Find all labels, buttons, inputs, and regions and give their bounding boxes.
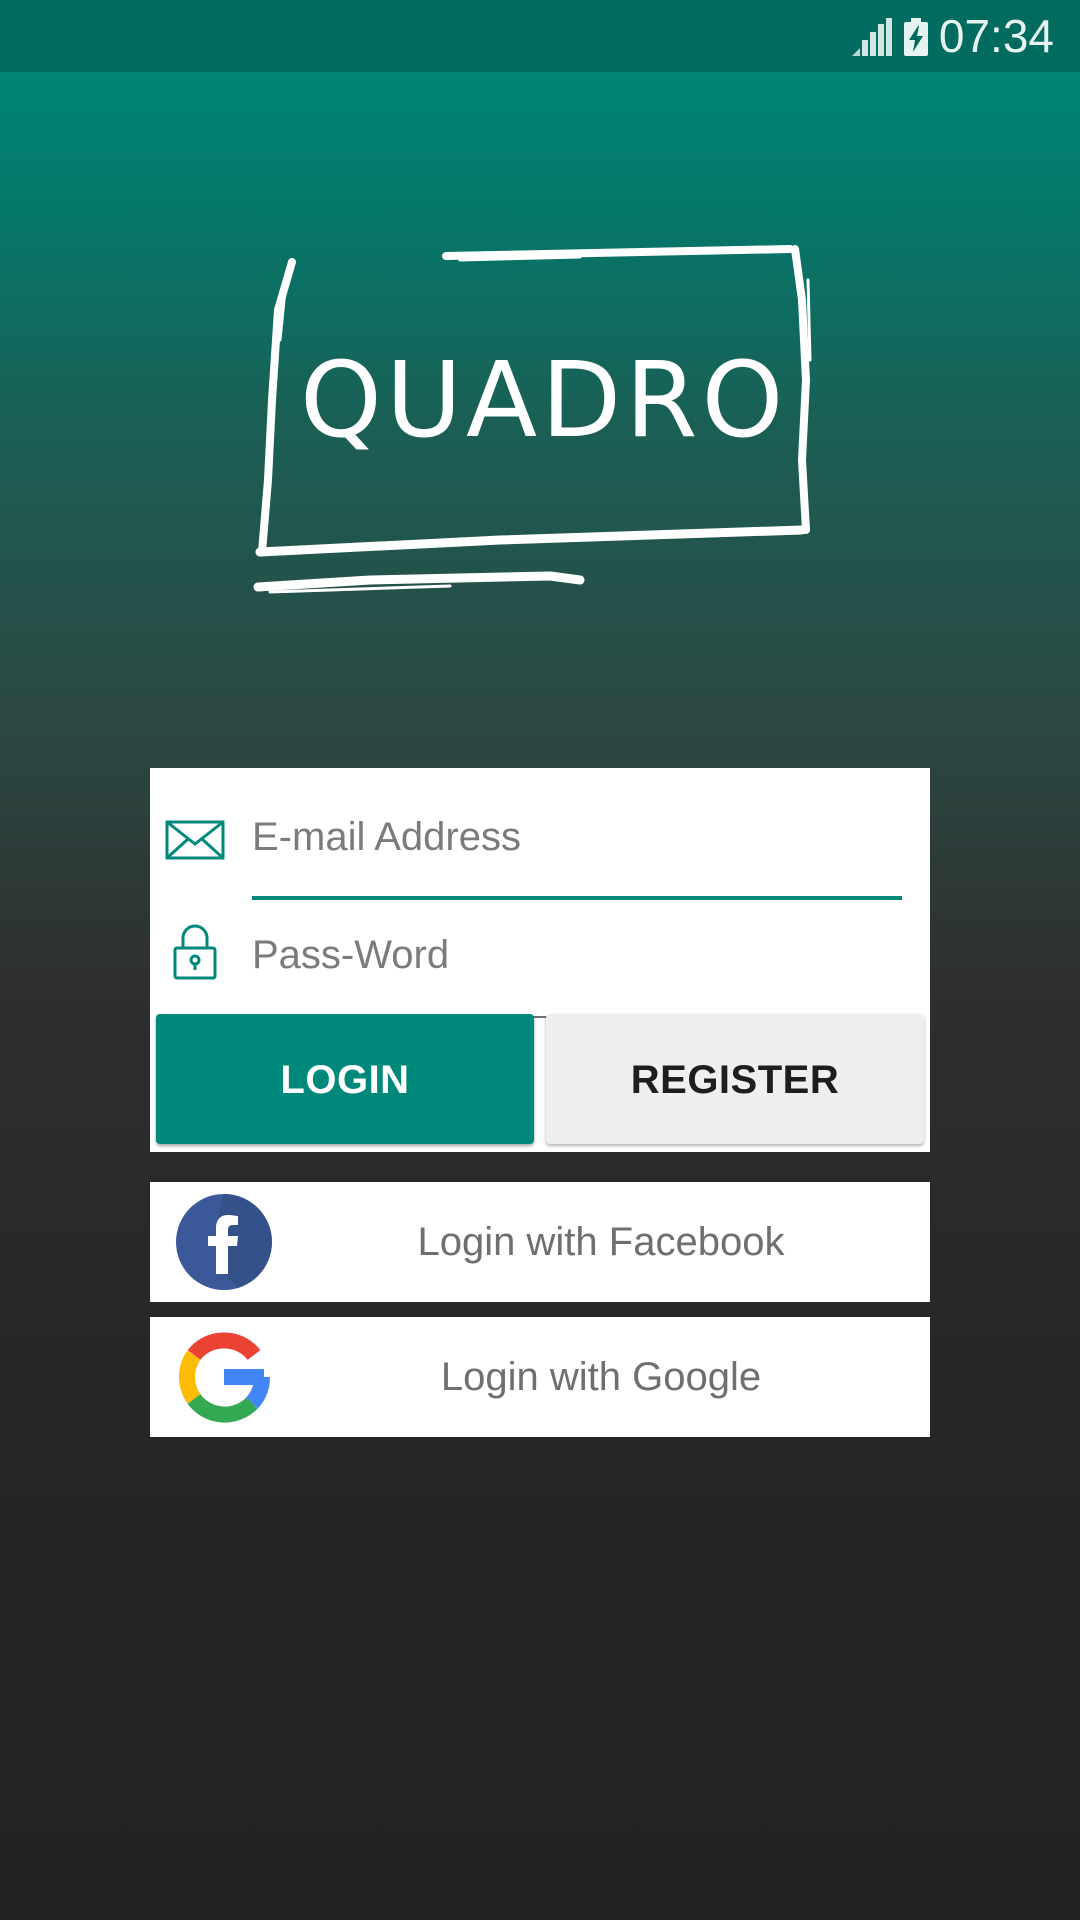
signal-icon: [852, 18, 892, 56]
envelope-icon: [165, 820, 225, 860]
status-time: 07:34: [938, 10, 1054, 62]
login-button[interactable]: LOGIN: [156, 1014, 534, 1144]
login-card: LOGIN REGISTER: [150, 768, 930, 1152]
google-login-button[interactable]: Login with Google: [150, 1317, 930, 1437]
battery-charging-icon: [904, 18, 928, 56]
password-row: [150, 920, 930, 1018]
google-icon: [178, 1332, 270, 1423]
facebook-icon: [176, 1194, 272, 1290]
google-login-label: Login with Google: [440, 1355, 762, 1399]
register-button[interactable]: REGISTER: [546, 1014, 924, 1144]
password-field[interactable]: [252, 920, 902, 990]
lock-icon: [173, 924, 217, 980]
email-row: [150, 802, 930, 900]
logo-text: QUADRO: [300, 339, 788, 461]
facebook-login-button[interactable]: Login with Facebook: [150, 1182, 930, 1302]
app-logo: QUADRO: [250, 240, 820, 600]
email-underline: [252, 896, 902, 900]
facebook-login-label: Login with Facebook: [417, 1220, 785, 1264]
status-bar: 07:34: [0, 0, 1080, 72]
email-field[interactable]: [252, 802, 902, 872]
